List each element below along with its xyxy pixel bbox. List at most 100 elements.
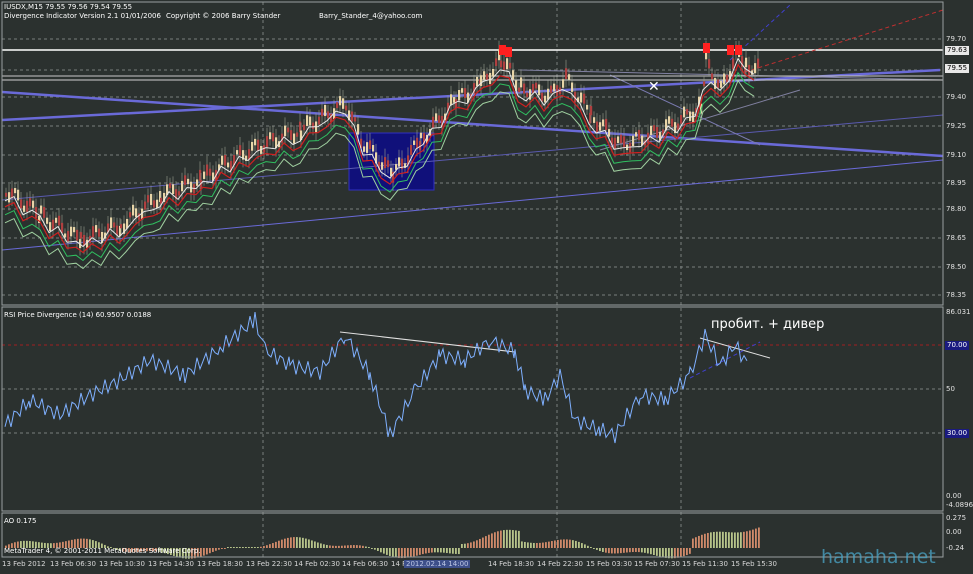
ao-bar (518, 530, 520, 548)
candle-body (623, 136, 626, 148)
rsi-panel-title: RSI Price Divergence (14) 60.9507 0.0188 (4, 311, 152, 319)
price-tick-label: 78.35 (946, 291, 967, 299)
candle-body (538, 84, 541, 96)
candle-body (351, 111, 354, 122)
ao-panel-title: AO 0.175 (4, 517, 37, 525)
candle-body (503, 61, 506, 71)
price-tick-label: 79.40 (946, 93, 967, 101)
ao-bar (629, 548, 631, 553)
ao-bar (341, 545, 343, 548)
ao-bar (242, 547, 244, 548)
ao-bar (320, 543, 322, 548)
candle-body (550, 85, 553, 94)
ao-bar (278, 540, 280, 548)
candle-body (206, 164, 209, 176)
candle-body (8, 192, 11, 203)
ao-bar (590, 547, 592, 548)
trading-chart[interactable]: ✕ IUSDX,M15 79.55 79.56 79.54 79.55 Dive… (0, 0, 973, 570)
candle-body (293, 133, 296, 144)
ao-bar (593, 548, 595, 549)
ao-bar (299, 537, 301, 548)
candle-body (703, 81, 706, 87)
candle-body (650, 125, 653, 136)
candle-body (668, 116, 671, 124)
ao-bar (521, 541, 523, 548)
ao-bar (626, 548, 628, 553)
ao-bar (500, 530, 502, 548)
candle-body (450, 94, 453, 106)
candle-body (689, 111, 692, 121)
ao-bar (377, 548, 379, 551)
ao-bar (266, 545, 268, 548)
platform-footer: MetaTrader 4, © 2001-2011 MetaQuotes Sof… (4, 547, 201, 555)
ao-bar (287, 537, 289, 548)
ao-bar (248, 547, 250, 548)
candle-body (599, 122, 602, 131)
candle-body (181, 180, 184, 192)
ao-bar (317, 542, 319, 548)
ao-bar (209, 548, 211, 554)
price-tick-label: 78.50 (946, 263, 967, 271)
ao-bar (239, 547, 241, 548)
email-header: Barry_Stander_4@yahoo.com (319, 12, 423, 20)
candle-body (52, 219, 55, 231)
ao-bar (353, 545, 355, 548)
x-tick-label: 14 Feb 18:30 (488, 560, 534, 568)
ao-bar (749, 530, 751, 548)
ao-bar (644, 548, 646, 553)
sell-signal-marker (499, 45, 506, 55)
ao-bar (557, 539, 559, 548)
ao-bar (458, 548, 460, 555)
ao-bar (446, 548, 448, 554)
candle-body (366, 142, 369, 153)
ao-bar (494, 532, 496, 548)
candle-body (354, 117, 357, 122)
ao-bar (275, 541, 277, 548)
candle-body (683, 106, 686, 118)
symbol-header: IUSDX,M15 79.55 79.56 79.54 79.55 (4, 3, 133, 11)
ao-bar (734, 532, 736, 548)
candle-body (132, 204, 135, 216)
candle-body (518, 87, 521, 93)
ao-bar (482, 537, 484, 548)
ao-bar (260, 546, 262, 548)
candle-body (76, 229, 79, 241)
candle-body (196, 179, 199, 186)
ao-bar (704, 533, 706, 548)
candle-body (23, 205, 26, 212)
candle-body (717, 79, 720, 88)
candle-body (357, 124, 360, 135)
candle-body (671, 118, 674, 127)
candle-body (583, 93, 586, 104)
candle-body (287, 127, 290, 133)
ao-bar (614, 548, 616, 554)
candle-body (458, 89, 461, 101)
ao-bar (233, 547, 235, 548)
ao-bar (584, 544, 586, 548)
ao-tick-label: -0.24 (946, 544, 965, 552)
ao-bar (638, 548, 640, 553)
ao-bar (596, 548, 598, 550)
candle-body (296, 132, 299, 137)
candle-body (363, 146, 366, 152)
ao-bar (452, 548, 454, 554)
candle-body (638, 129, 641, 140)
ao-bar (221, 548, 223, 549)
candle-body (120, 224, 123, 229)
candle-body (455, 99, 458, 109)
ao-bar (431, 548, 433, 553)
ao-bar (656, 548, 658, 556)
candle-body (272, 133, 275, 142)
candle-body (209, 168, 212, 176)
ao-bar (581, 543, 583, 548)
candle-body (251, 141, 254, 151)
candle-body (342, 98, 345, 109)
ao-bar (215, 548, 217, 551)
sell-signal-marker (727, 45, 734, 55)
chart-canvas[interactable]: ✕ (0, 0, 973, 570)
candle-body (686, 109, 689, 115)
candle-body (40, 205, 43, 214)
ao-bar (566, 539, 568, 548)
ao-bar (509, 529, 511, 548)
ao-bar (425, 548, 427, 554)
